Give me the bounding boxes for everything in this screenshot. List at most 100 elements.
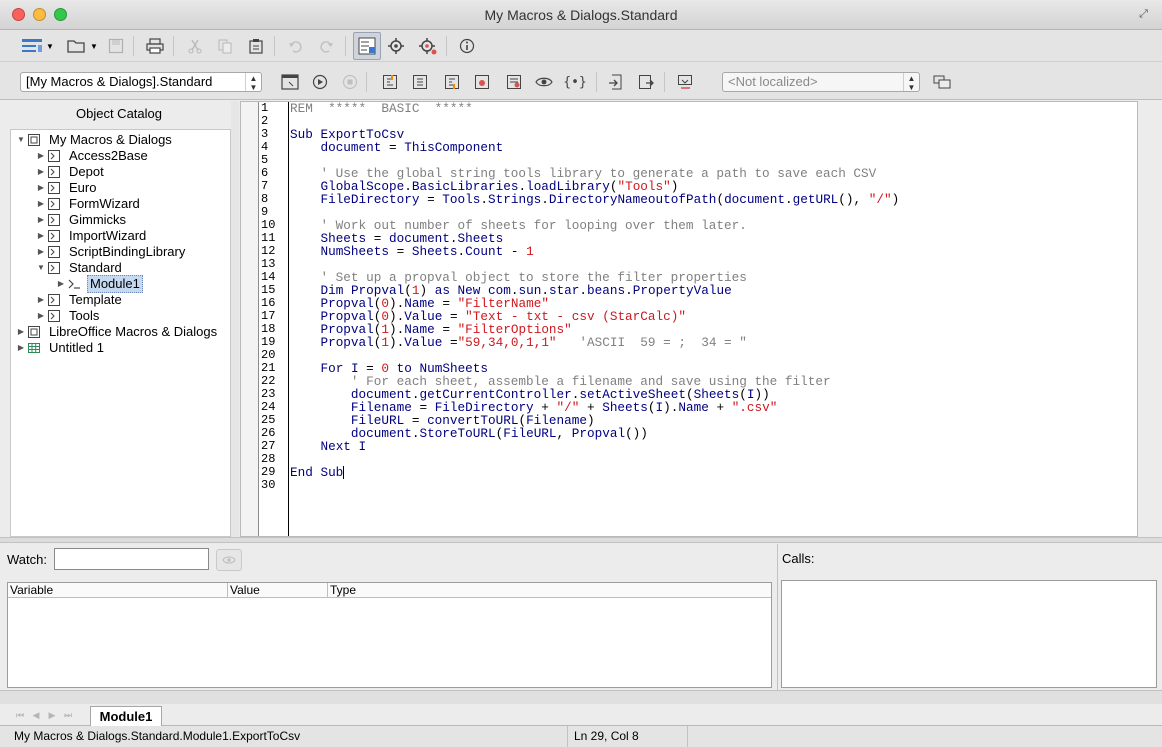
watch-column-variable[interactable]: Variable: [8, 583, 228, 598]
library-icon: [47, 181, 61, 195]
tree-item[interactable]: ▶ Untitled 1: [15, 340, 106, 356]
tree-item[interactable]: ▼ My Macros & Dialogs: [15, 132, 174, 148]
brackets-icon[interactable]: {•}: [563, 70, 587, 94]
language-select[interactable]: <Not localized> ▲ ▼: [722, 72, 920, 92]
object-catalog-toggle-button[interactable]: [353, 32, 381, 60]
collapsed-arrow-icon[interactable]: ▶: [35, 292, 47, 308]
tree-item[interactable]: ▶ Euro: [35, 180, 98, 196]
step-out-icon[interactable]: [440, 70, 464, 94]
spreadsheet-icon: [27, 341, 41, 355]
collapsed-arrow-icon[interactable]: ▶: [15, 340, 27, 356]
library-icon: [47, 245, 61, 259]
code-line[interactable]: [289, 115, 1137, 128]
catalog-splitter[interactable]: [231, 101, 239, 537]
remove-watch-button[interactable]: [216, 549, 242, 571]
library-icon: [47, 165, 61, 179]
macros-container-icon: [27, 325, 41, 339]
cut-icon[interactable]: [183, 34, 207, 58]
panel-splitter[interactable]: [0, 690, 1162, 704]
watch-column-type[interactable]: Type: [328, 583, 771, 598]
code-line[interactable]: document.StoreToURL(FileURL, Propval()): [289, 427, 1137, 440]
next-tab-icon[interactable]: ▶: [46, 709, 58, 721]
tree-item[interactable]: ▶ Module1: [55, 275, 143, 293]
print-icon[interactable]: [143, 34, 167, 58]
tree-item[interactable]: ▶ LibreOffice Macros & Dialogs: [15, 324, 219, 340]
code-line[interactable]: Next I: [289, 440, 1137, 453]
calls-list[interactable]: [781, 580, 1157, 688]
prev-tab-icon[interactable]: ◀: [30, 709, 42, 721]
collapsed-arrow-icon[interactable]: ▶: [35, 164, 47, 180]
step-into-icon[interactable]: [378, 70, 402, 94]
stop-icon[interactable]: [338, 70, 362, 94]
redo-icon[interactable]: [314, 34, 338, 58]
watch-input[interactable]: [54, 548, 209, 570]
collapsed-arrow-icon[interactable]: ▶: [35, 180, 47, 196]
step-over-icon[interactable]: [408, 70, 432, 94]
macro-gear-icon[interactable]: [384, 34, 408, 58]
collapsed-arrow-icon[interactable]: ▶: [15, 324, 27, 340]
tree-item[interactable]: ▶ FormWizard: [35, 196, 142, 212]
tab-module1[interactable]: Module1: [90, 706, 162, 726]
object-catalog-tree[interactable]: ▼ My Macros & Dialogs ▶ Access2Base ▶ Depot ▶ E…: [10, 129, 231, 537]
code-editor[interactable]: 1 2 3 4 5 6 7 8 9 10 11 12 13 14 15 16 17 18 19 20 21 22 23 24 2…: [240, 101, 1138, 537]
insert-controls-icon[interactable]: [673, 70, 697, 94]
tree-item-label: ScriptBindingLibrary: [69, 244, 186, 259]
tree-item[interactable]: ▶ Access2Base: [35, 148, 150, 164]
first-tab-icon[interactable]: ⏮: [14, 709, 26, 721]
code-line[interactable]: REM ***** BASIC *****: [289, 102, 1137, 115]
chevron-down-icon[interactable]: ▼: [44, 34, 56, 58]
calls-label: Calls:: [782, 551, 815, 566]
code-line[interactable]: End Sub: [289, 466, 1137, 479]
code-line[interactable]: NumSheets = Sheets.Count - 1: [289, 245, 1137, 258]
editor-bottom-splitter[interactable]: [0, 537, 1162, 543]
paste-icon[interactable]: [244, 34, 268, 58]
code-line[interactable]: Propval(1).Value ="59,34,0,1,1" 'ASCII 5…: [289, 336, 1137, 349]
code-line[interactable]: FileDirectory = Tools.Strings.DirectoryN…: [289, 193, 1137, 206]
collapsed-arrow-icon[interactable]: ▶: [35, 212, 47, 228]
code-line[interactable]: document = ThisComponent: [289, 141, 1137, 154]
save-icon[interactable]: [104, 34, 128, 58]
watch-table[interactable]: Variable Value Type: [7, 582, 772, 688]
info-icon[interactable]: [455, 34, 479, 58]
open-folder-icon[interactable]: [64, 34, 88, 58]
manage-languages-icon[interactable]: [930, 70, 954, 94]
code-line[interactable]: [289, 453, 1137, 466]
collapsed-arrow-icon[interactable]: ▶: [35, 308, 47, 324]
tree-item[interactable]: ▶ ImportWizard: [35, 228, 148, 244]
dialog-gear-icon[interactable]: [416, 34, 440, 58]
tree-item-label: LibreOffice Macros & Dialogs: [49, 324, 218, 339]
copy-icon[interactable]: [213, 34, 237, 58]
manage-breakpoints-icon[interactable]: [502, 70, 526, 94]
library-select[interactable]: [My Macros & Dialogs].Standard ▲ ▼: [20, 72, 262, 92]
library-icon: [47, 293, 61, 307]
select-module-icon[interactable]: [278, 70, 302, 94]
breakpoint-gutter[interactable]: [241, 102, 259, 536]
chevron-down-icon[interactable]: ▼: [88, 34, 100, 58]
tree-item[interactable]: ▶ Tools: [35, 308, 101, 324]
collapsed-arrow-icon[interactable]: ▶: [55, 276, 67, 292]
tree-item[interactable]: ▶ Depot: [35, 164, 106, 180]
code-area[interactable]: REM ***** BASIC ***** Sub ExportToCsv do…: [289, 102, 1137, 536]
import-basic-icon[interactable]: [604, 70, 628, 94]
basic-macros-button[interactable]: [20, 34, 44, 58]
expanded-arrow-icon[interactable]: ▼: [15, 132, 27, 148]
run-icon[interactable]: [308, 70, 332, 94]
tree-item[interactable]: ▶ Gimmicks: [35, 212, 128, 228]
export-basic-icon[interactable]: [634, 70, 658, 94]
breakpoint-icon[interactable]: [470, 70, 494, 94]
collapsed-arrow-icon[interactable]: ▶: [35, 228, 47, 244]
watch-eye-icon[interactable]: [532, 70, 556, 94]
watch-column-value[interactable]: Value: [228, 583, 328, 598]
text-cursor: [343, 466, 345, 479]
last-tab-icon[interactable]: ⏭: [62, 709, 74, 721]
collapsed-arrow-icon[interactable]: ▶: [35, 148, 47, 164]
expanded-arrow-icon[interactable]: ▼: [35, 260, 47, 276]
fullscreen-icon[interactable]: ⤢: [1137, 8, 1150, 21]
tree-item[interactable]: ▶ ScriptBindingLibrary: [35, 244, 187, 260]
collapsed-arrow-icon[interactable]: ▶: [35, 196, 47, 212]
undo-icon[interactable]: [284, 34, 308, 58]
code-line[interactable]: [289, 479, 1137, 492]
tree-item[interactable]: ▼ Standard: [35, 260, 124, 276]
tree-item[interactable]: ▶ Template: [35, 292, 124, 308]
collapsed-arrow-icon[interactable]: ▶: [35, 244, 47, 260]
